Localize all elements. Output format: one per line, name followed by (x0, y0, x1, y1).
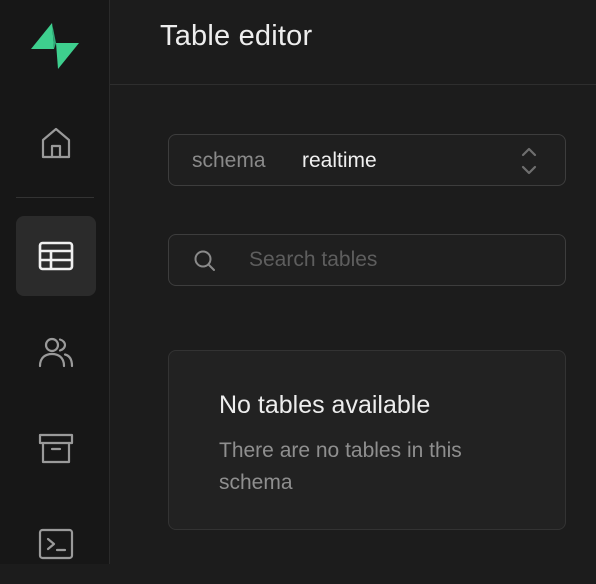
main-panel: Table editor schema realtime No tables a… (110, 0, 596, 564)
schema-value: realtime (302, 149, 377, 172)
nav-sql-editor[interactable] (16, 504, 96, 584)
search-input[interactable] (249, 245, 549, 275)
nav-authentication[interactable] (16, 312, 96, 392)
nav-table-editor[interactable] (16, 216, 96, 296)
nav-home[interactable] (16, 103, 96, 183)
page-title: Table editor (160, 20, 313, 52)
archive-icon (38, 433, 74, 464)
chevron-up-down-icon (521, 147, 537, 175)
side-nav (0, 0, 110, 564)
empty-state-title: No tables available (219, 391, 431, 419)
supabase-logo-icon[interactable] (28, 20, 82, 72)
top-bar: Table editor (110, 0, 596, 85)
schema-label: schema (192, 149, 266, 172)
empty-state-description: There are no tables in this schema (219, 439, 462, 494)
users-icon (38, 337, 74, 368)
home-icon (41, 127, 71, 159)
terminal-icon (38, 528, 74, 560)
search-field[interactable] (168, 234, 566, 286)
search-icon (194, 250, 215, 271)
nav-storage[interactable] (16, 408, 96, 488)
empty-state-card: No tables available There are no tables … (168, 350, 566, 530)
nav-divider (16, 197, 94, 198)
schema-select[interactable]: schema realtime (168, 134, 566, 186)
table-icon (38, 241, 74, 271)
